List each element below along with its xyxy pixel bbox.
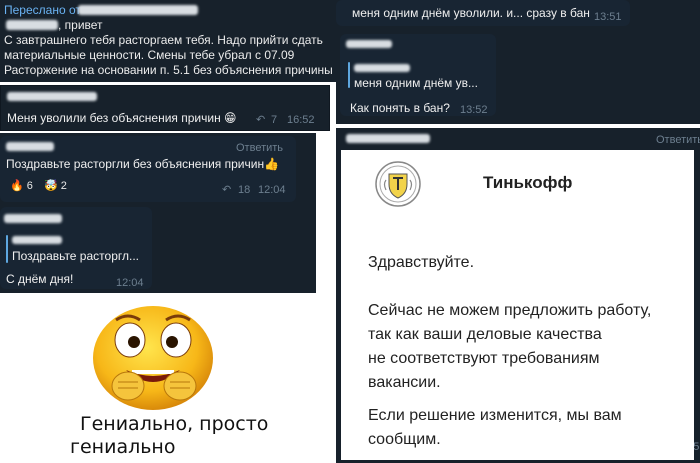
greeting-text: , привет [58,18,103,32]
reaction-fire[interactable]: 🔥 6 [6,177,39,195]
message-text: Меня уволили без объяснения причин 😁 [7,111,237,125]
body-line-3: не соответствуют требованиям [368,350,600,367]
congrats-message[interactable]: Ответить Поздравьте расторгли без объясн… [0,136,296,202]
reply-button[interactable]: Ответить [236,142,283,154]
meme-caption-line-1: Гениально, просто [80,413,269,435]
forwarded-from-label[interactable]: Переслано от [4,3,81,17]
reaction-mindblown[interactable]: 🤯 2 [40,177,73,195]
outro-line-1: Если решение изменится, мы вам [368,407,622,424]
mind-blown-icon: 🤯 [44,180,58,192]
quoted-text: Поздравьте расторгл... [12,249,139,263]
redacted-sender-name [346,40,392,48]
view-count: 18 [238,184,251,196]
forwarded-line-1: С завтрашнего тебя расторгаем тебя. Надо… [4,33,323,47]
redacted-sender-name [4,214,62,223]
redacted-quoted-author [354,64,410,72]
reaction-count: 2 [60,180,67,192]
reaction-count: 6 [26,180,33,192]
redacted-sender-name [78,5,198,15]
body-line-1: Сейчас не можем предложить работу, [368,302,652,319]
message-text: С днём дня! [6,272,74,286]
reply-button[interactable]: Ответить [656,134,700,146]
greeting-text: Здравствуйте. [368,254,475,271]
ban-message[interactable]: меня одним днём уволили. и... сразу в ба… [336,0,630,26]
forwarded-line-2: материальные ценности. Смены тебе убрал … [4,48,295,62]
redacted-sender-name [6,142,54,151]
message-time: 16:52 [287,114,315,126]
fired-message[interactable]: Меня уволили без объяснения причин 😁 ↶ 7… [0,85,330,131]
message-text: Как понять в бан? [350,101,450,115]
message-text: Поздравьте расторгли без объяснения прич… [6,157,280,171]
brand-name: Тинькофф [483,173,573,192]
redacted-quoted-author [12,236,62,244]
message-text: меня одним днём уволили. и... сразу в ба… [352,6,590,20]
forwarded-line-3: Расторжение на основании п. 5.1 без объя… [4,63,333,77]
forwarded-message[interactable]: Переслано от , привет С завтрашнего тебя… [0,0,336,82]
outro-line-2: сообщим. [368,431,441,448]
redacted-sender-name [7,92,97,101]
reply-count-icon: ↶ [256,114,266,126]
meme-sticker: Гениально, просто гениально [58,296,308,461]
message-time: 13:51 [594,11,622,23]
redacted-sender-name [346,134,430,143]
reply-count-icon: ↶ [222,184,232,196]
smiling-face-icon [93,306,213,410]
tinkoff-logo-icon [375,161,421,207]
message-time: 13:52 [460,104,488,116]
quoted-text: меня одним днём ув... [354,76,478,90]
day-message[interactable]: Поздравьте расторгл... С днём дня! 12:04 [0,207,152,289]
ban-question-message[interactable]: меня одним днём ув... Как понять в бан? … [340,34,496,116]
quote-bar [6,235,8,263]
message-time: 12:04 [258,184,286,196]
meme-caption-line-2: гениально [70,436,176,458]
tinkoff-image: Тинькофф Здравствуйте. Сейчас не можем п… [341,150,694,460]
fire-icon: 🔥 [10,180,24,192]
body-line-4: вакансии. [368,374,441,391]
quote-bar [348,62,350,88]
view-count: 7 [271,114,278,126]
redacted-recipient-name [6,20,58,30]
message-time: 12:04 [116,277,144,289]
chat-area-right: меня одним днём уволили. и... сразу в ба… [336,0,700,124]
body-line-2: так как ваши деловые качества [368,326,602,343]
